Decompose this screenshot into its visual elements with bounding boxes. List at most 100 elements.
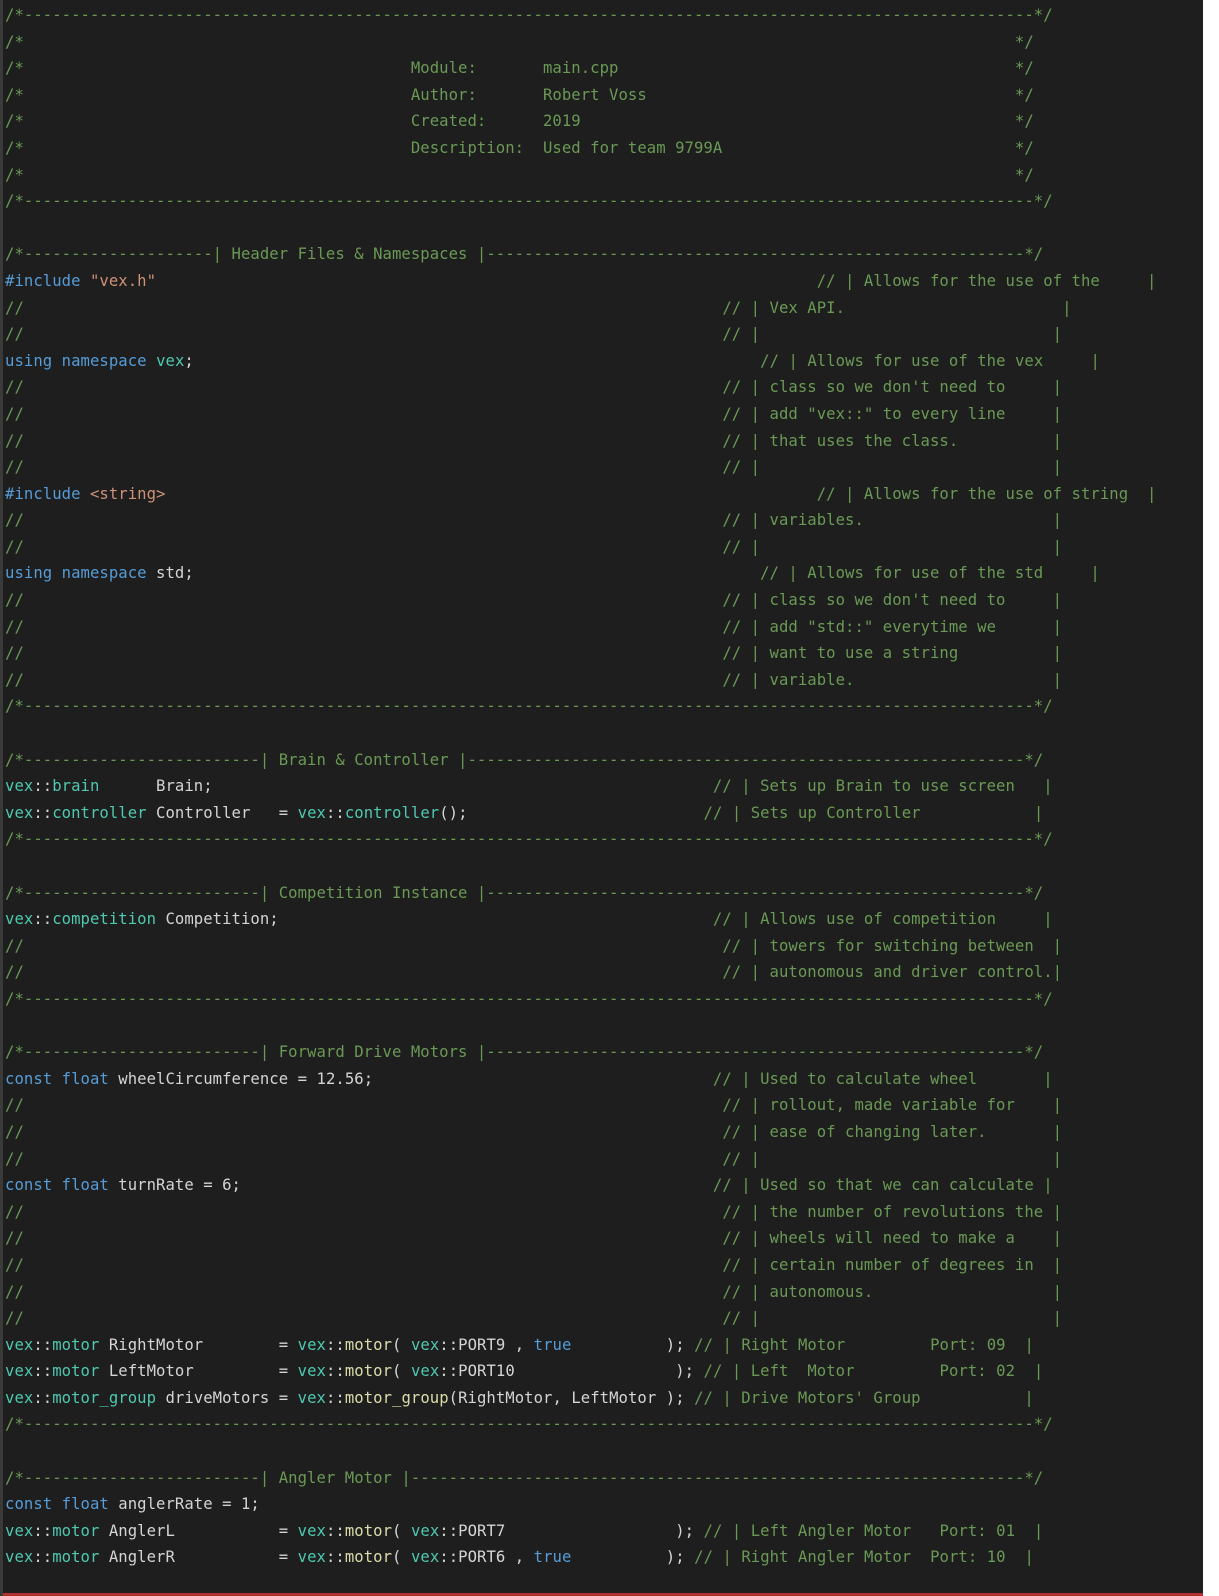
code-line[interactable]: // // | variables. |	[5, 507, 1157, 534]
code-token: // | Allows for the use of string |	[816, 484, 1157, 503]
code-line[interactable]: // // | the number of revolutions the |	[5, 1199, 1157, 1226]
code-line[interactable]: #include <string> // | Allows for the us…	[5, 481, 1157, 508]
code-token: // | |	[722, 1149, 1063, 1168]
code-line[interactable]: const float turnRate = 6; // | Used so t…	[5, 1172, 1157, 1199]
code-line[interactable]: /*-------------------------| Forward Dri…	[5, 1039, 1157, 1066]
code-token: ::PORT10 );	[439, 1362, 704, 1381]
code-line[interactable]: const float wheelCircumference = 12.56; …	[5, 1066, 1157, 1093]
code-line[interactable]: vex::competition Competition; // | Allow…	[5, 906, 1157, 933]
code-token: // | ease of changing later. |	[722, 1122, 1063, 1141]
code-token: //	[5, 511, 723, 530]
code-token: float	[61, 1069, 109, 1088]
code-token: ::	[33, 1521, 53, 1540]
code-token: motor	[344, 1548, 393, 1567]
code-line[interactable]: vex::motor AnglerL = vex::motor( vex::PO…	[5, 1518, 1157, 1545]
code-token: brain	[52, 777, 100, 796]
code-line[interactable]: using namespace std; // | Allows for use…	[5, 560, 1157, 587]
code-token: motor	[52, 1521, 100, 1540]
code-line[interactable]: /* Author: Robert Voss */	[5, 82, 1157, 109]
code-line[interactable]: // // | variable. |	[5, 667, 1157, 694]
code-token: //	[5, 458, 723, 477]
code-line[interactable]	[5, 720, 1157, 747]
code-token: //	[5, 1282, 723, 1301]
code-line[interactable]: /*--------------------------------------…	[5, 1411, 1157, 1438]
code-token: ::	[325, 1388, 345, 1407]
code-token: // | variables. |	[722, 511, 1063, 530]
code-token: namespace	[61, 351, 147, 370]
code-token: /*-------------------------| Brain & Con…	[5, 750, 1044, 769]
code-editor[interactable]: /*--------------------------------------…	[0, 0, 1203, 1596]
code-token: );	[571, 1335, 695, 1354]
code-line[interactable]: /*--------------------------------------…	[5, 986, 1157, 1013]
code-token: // | class so we don't need to |	[722, 591, 1063, 610]
code-line[interactable]: // // | |	[5, 1146, 1157, 1173]
code-line[interactable]: // // | towers for switching between |	[5, 933, 1157, 960]
code-line[interactable]: /*-------------------------| Angler Moto…	[5, 1465, 1157, 1492]
code-token: ::PORT7 );	[439, 1521, 704, 1540]
code-line[interactable]	[5, 1438, 1157, 1465]
code-token: // | |	[722, 325, 1063, 344]
code-line[interactable]: /* Module: main.cpp */	[5, 55, 1157, 82]
code-line[interactable]: vex::motor AnglerR = vex::motor( vex::PO…	[5, 1544, 1157, 1571]
code-line[interactable]: /*--------------------------------------…	[5, 188, 1157, 215]
code-line[interactable]: // // | |	[5, 534, 1157, 561]
code-line[interactable]: /*--------------------------------------…	[5, 693, 1157, 720]
code-line[interactable]: /* Created: 2019 */	[5, 108, 1157, 135]
code-line[interactable]: // // | Vex API. |	[5, 295, 1157, 322]
code-area[interactable]: /*--------------------------------------…	[5, 2, 1157, 1571]
code-line[interactable]: // // | class so we don't need to |	[5, 374, 1157, 401]
code-token: motor	[52, 1548, 100, 1567]
code-line[interactable]: // // | certain number of degrees in |	[5, 1252, 1157, 1279]
code-line[interactable]	[5, 853, 1157, 880]
code-token: vex	[5, 910, 34, 929]
code-line[interactable]: /* */	[5, 29, 1157, 56]
code-token: vex	[5, 803, 34, 822]
code-line[interactable]: #include "vex.h" // | Allows for the use…	[5, 268, 1157, 295]
code-line[interactable]	[5, 215, 1157, 242]
code-line[interactable]: vex::motor RightMotor = vex::motor( vex:…	[5, 1332, 1157, 1359]
code-token: ::	[33, 1335, 53, 1354]
code-line[interactable]: // // | |	[5, 1305, 1157, 1332]
code-token: <string>	[89, 484, 166, 503]
code-line[interactable]: using namespace vex; // | Allows for use…	[5, 348, 1157, 375]
code-line[interactable]: vex::controller Controller = vex::contro…	[5, 800, 1157, 827]
code-line[interactable]: // // | want to use a string |	[5, 640, 1157, 667]
code-token: // | rollout, made variable for |	[722, 1096, 1063, 1115]
code-line[interactable]	[5, 1013, 1157, 1040]
code-line[interactable]: /*--------------------| Header Files & N…	[5, 241, 1157, 268]
code-line[interactable]: // // | autonomous. |	[5, 1279, 1157, 1306]
code-token: // | Used to calculate wheel |	[712, 1069, 1053, 1088]
code-line[interactable]: const float anglerRate = 1;	[5, 1491, 1157, 1518]
code-line[interactable]: /* Description: Used for team 9799A */	[5, 135, 1157, 162]
code-line[interactable]: // // | autonomous and driver control.|	[5, 959, 1157, 986]
code-token: vex	[410, 1362, 440, 1381]
code-line[interactable]: // // | add "vex::" to every line |	[5, 401, 1157, 428]
code-line[interactable]: // // | that uses the class. |	[5, 428, 1157, 455]
code-line[interactable]: vex::motor LeftMotor = vex::motor( vex::…	[5, 1358, 1157, 1385]
code-line[interactable]: // // | add "std::" everytime we |	[5, 614, 1157, 641]
code-line[interactable]: /* */	[5, 162, 1157, 189]
code-line[interactable]: // // | class so we don't need to |	[5, 587, 1157, 614]
code-token: // | |	[722, 537, 1063, 556]
code-line[interactable]: /*--------------------------------------…	[5, 826, 1157, 853]
code-line[interactable]: // // | wheels will need to make a |	[5, 1225, 1157, 1252]
code-line[interactable]: vex::brain Brain; // | Sets up Brain to …	[5, 773, 1157, 800]
code-line[interactable]: // // | rollout, made variable for |	[5, 1092, 1157, 1119]
code-line[interactable]: /*--------------------------------------…	[5, 2, 1157, 29]
code-token: // | variable. |	[722, 670, 1063, 689]
code-token: // | certain number of degrees in |	[722, 1255, 1063, 1274]
code-line[interactable]: /*-------------------------| Brain & Con…	[5, 747, 1157, 774]
code-token: // | Left Angler Motor Port: 01 |	[703, 1521, 1044, 1540]
code-line[interactable]: vex::motor_group driveMotors = vex::moto…	[5, 1385, 1157, 1412]
code-token: // | Right Angler Motor Port: 10 |	[694, 1548, 1034, 1567]
code-line[interactable]: /*-------------------------| Competition…	[5, 880, 1157, 907]
code-token: "vex.h"	[89, 271, 157, 290]
code-token: /*--------------------------------------…	[5, 6, 1053, 24]
code-line[interactable]: // // | |	[5, 454, 1157, 481]
code-token: // | class so we don't need to |	[722, 378, 1063, 397]
code-line[interactable]: // // | ease of changing later. |	[5, 1119, 1157, 1146]
code-token: Brain;	[99, 777, 713, 796]
code-line[interactable]: // // | |	[5, 321, 1157, 348]
code-token: /* */	[5, 165, 1034, 184]
